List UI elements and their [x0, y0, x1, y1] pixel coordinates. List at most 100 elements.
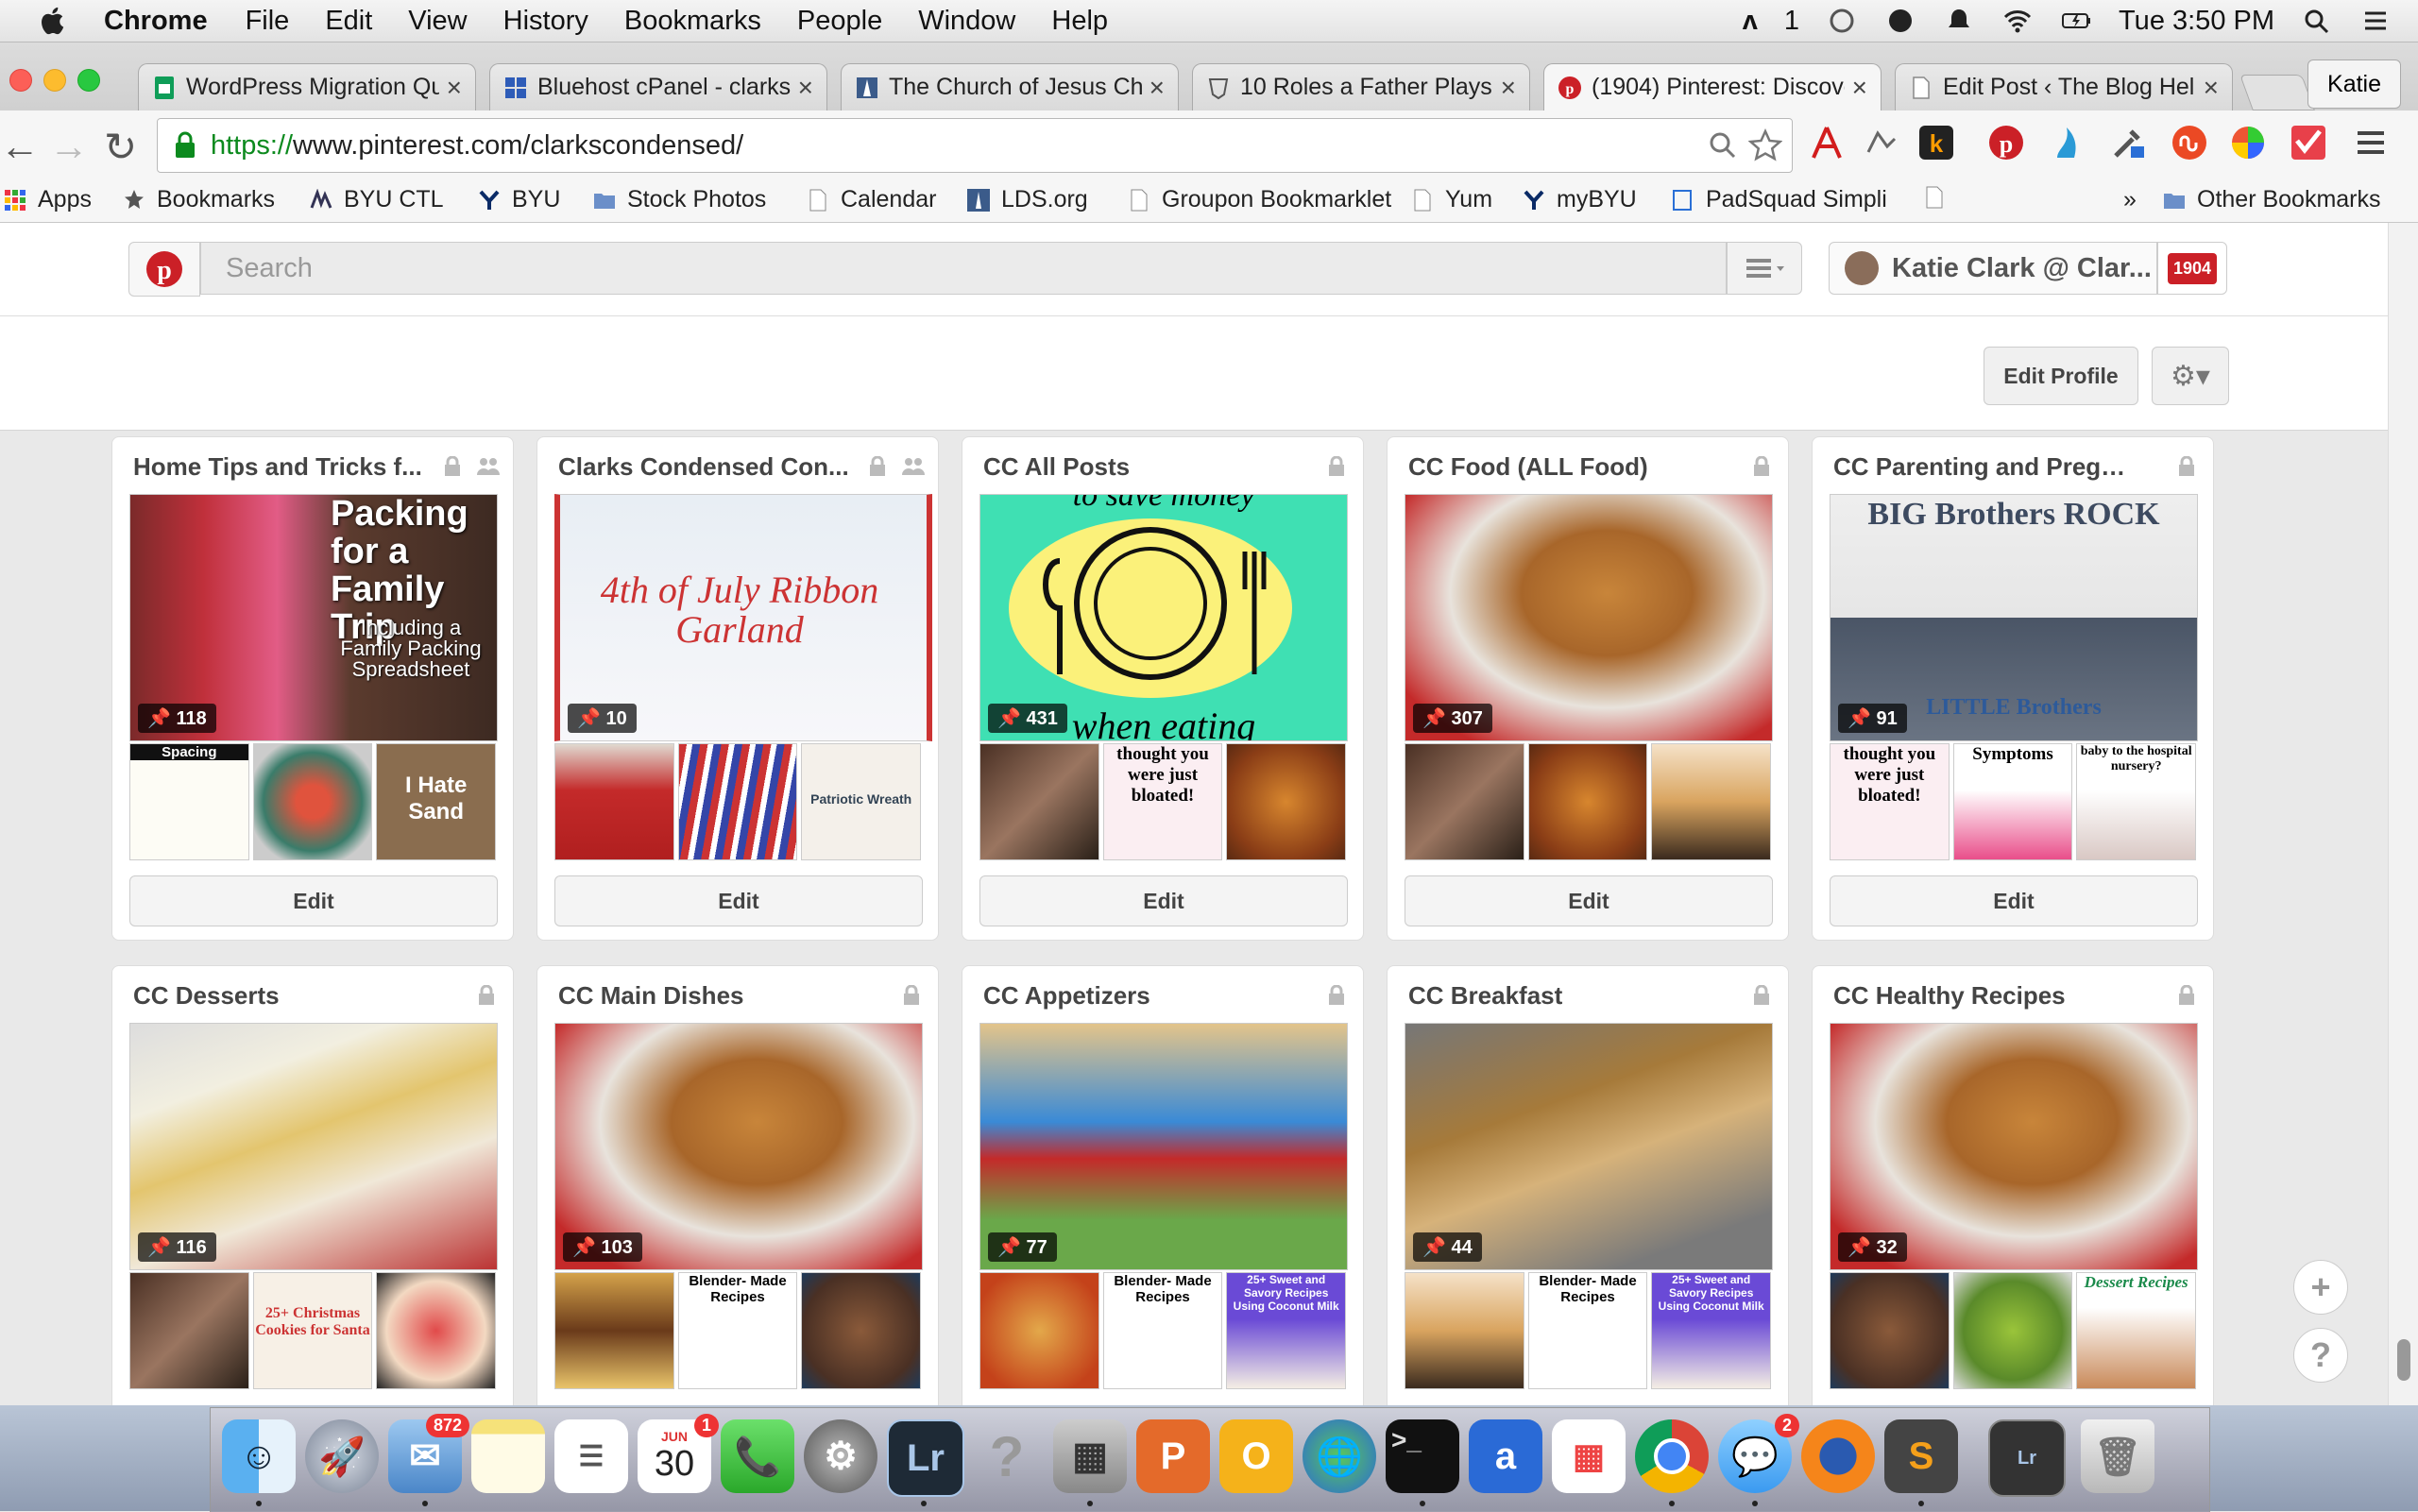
- reload-icon[interactable]: ↻: [104, 124, 137, 170]
- menu-bookmarks[interactable]: Bookmarks: [624, 6, 761, 37]
- bell-icon[interactable]: [1943, 7, 1975, 35]
- sublime-text-icon[interactable]: S: [1884, 1419, 1958, 1493]
- apple-icon[interactable]: [38, 5, 70, 37]
- close-icon[interactable]: ×: [798, 73, 813, 103]
- board-thumb[interactable]: 25+ Sweet and Savory Recipes Using Cocon…: [1651, 1272, 1772, 1389]
- board-title[interactable]: CC Desserts: [133, 981, 435, 1011]
- pattern-extension-icon[interactable]: [1863, 124, 1900, 161]
- board-card[interactable]: CC Main Dishes 📌 103 Blender- Made Recip…: [536, 965, 939, 1405]
- board-thumb[interactable]: Patriotic Wreath: [801, 743, 922, 860]
- bookmark-mybyu[interactable]: myBYU: [1523, 186, 1637, 213]
- network-globe-icon[interactable]: 🌐: [1303, 1419, 1376, 1493]
- bookmark-byu-ctl[interactable]: BYU CTL: [310, 186, 444, 213]
- zoom-window-button[interactable]: [77, 69, 100, 92]
- board-cover-image[interactable]: 📌 32: [1830, 1023, 2198, 1270]
- star-bookmark-icon[interactable]: [1748, 128, 1782, 162]
- tab-wordpress-migration[interactable]: WordPress Migration Que ×: [138, 63, 476, 110]
- board-cover-image[interactable]: to save money when eating 📌 431: [979, 494, 1348, 741]
- close-icon[interactable]: ×: [1149, 73, 1165, 103]
- board-thumb[interactable]: [1405, 743, 1524, 860]
- pinterest-search-input[interactable]: Search: [200, 242, 1727, 295]
- profile-button[interactable]: Katie: [2307, 59, 2401, 109]
- bookmark-yum[interactable]: Yum: [1411, 186, 1492, 213]
- back-arrow-icon[interactable]: ←: [0, 124, 40, 169]
- menu-app-chrome[interactable]: Chrome: [104, 6, 208, 37]
- powerpoint-icon[interactable]: P: [1136, 1419, 1210, 1493]
- terminal-icon[interactable]: >_: [1386, 1419, 1459, 1493]
- address-bar[interactable]: https:// www.pinterest.com/clarkscondens…: [157, 118, 1793, 173]
- wifi-icon[interactable]: [2001, 7, 2034, 35]
- menu-people[interactable]: People: [797, 6, 882, 37]
- bookmark-calendar[interactable]: Calendar: [807, 186, 936, 213]
- board-thumb[interactable]: I Hate Sand: [376, 743, 497, 860]
- stumbleupon-extension-icon[interactable]: [2171, 124, 2208, 161]
- bookmark-byu[interactable]: BYU: [478, 186, 560, 213]
- trash-icon[interactable]: 🗑: [2081, 1419, 2154, 1493]
- board-cover-image[interactable]: 📌 44: [1405, 1023, 1773, 1270]
- battery-icon[interactable]: [2060, 7, 2092, 35]
- close-icon[interactable]: ×: [2204, 73, 2219, 103]
- board-thumb[interactable]: 25+ Christmas Cookies for Santa: [252, 1272, 373, 1389]
- board-cover-image[interactable]: 📌 116: [129, 1023, 498, 1270]
- checkmark-extension-icon[interactable]: [2290, 124, 2327, 161]
- board-cover-image[interactable]: 4th of July Ribbon Garland 📌 10: [554, 494, 932, 741]
- board-thumb[interactable]: [677, 743, 798, 860]
- board-edit-button[interactable]: Edit: [1405, 875, 1773, 926]
- bookmark-blank[interactable]: [1923, 186, 1957, 209]
- board-thumb[interactable]: [1527, 743, 1648, 860]
- facetime-icon[interactable]: 📞: [721, 1419, 794, 1493]
- board-card[interactable]: CC Desserts 📌 116 25+ Christmas Cookies …: [111, 965, 514, 1405]
- board-thumb[interactable]: Symptoms: [1952, 743, 2073, 860]
- acrobat-extension-icon[interactable]: [1808, 124, 1846, 161]
- board-title[interactable]: CC Parenting and Pregnan...: [1833, 452, 2136, 482]
- bookmark-bookmarks[interactable]: Bookmarks: [123, 186, 275, 213]
- board-edit-button[interactable]: Edit: [554, 875, 923, 926]
- evernote-icon[interactable]: [1884, 7, 1916, 35]
- help-button[interactable]: ?: [2293, 1328, 2348, 1383]
- menu-history[interactable]: History: [503, 6, 588, 37]
- edit-profile-button[interactable]: Edit Profile: [1984, 347, 2138, 405]
- board-thumb[interactable]: Blender- Made Recipes: [1102, 1272, 1223, 1389]
- board-card[interactable]: CC Parenting and Pregnan... BIG Brothers…: [1812, 436, 2214, 941]
- tab-bluehost-cpanel[interactable]: Bluehost cPanel - clarksc ×: [489, 63, 827, 110]
- klout-extension-icon[interactable]: k: [1917, 124, 1955, 161]
- reminders-icon[interactable]: ☰: [554, 1419, 628, 1493]
- menu-window[interactable]: Window: [918, 6, 1015, 37]
- new-tab-button[interactable]: [2239, 75, 2315, 110]
- bookmark-stock-photos[interactable]: Stock Photos: [593, 186, 766, 213]
- board-thumb[interactable]: thought you were just bloated!: [1102, 743, 1223, 860]
- pinterest-user-button[interactable]: Katie Clark @ Clar...: [1829, 242, 2157, 295]
- board-thumb[interactable]: [979, 743, 1099, 860]
- bookmarks-overflow[interactable]: »: [2123, 186, 2137, 213]
- board-thumb[interactable]: [252, 743, 373, 860]
- scrollbar-thumb[interactable]: [2397, 1339, 2410, 1381]
- creative-cloud-icon[interactable]: [1826, 7, 1858, 35]
- tab-edit-post-blog[interactable]: Edit Post ‹ The Blog Help ×: [1895, 63, 2233, 110]
- eyedropper-extension-icon[interactable]: [2108, 124, 2146, 161]
- board-card[interactable]: CC Healthy Recipes 📌 32 Dessert Recipes: [1812, 965, 2214, 1405]
- clock[interactable]: Tue 3:50 PM: [2119, 6, 2274, 37]
- board-title[interactable]: CC Healthy Recipes: [1833, 981, 2136, 1011]
- close-icon[interactable]: ×: [1852, 73, 1867, 103]
- close-icon[interactable]: ×: [1501, 73, 1516, 103]
- bookmark-lds-org[interactable]: LDS.org: [967, 186, 1088, 213]
- board-thumb[interactable]: Blender- Made Recipes: [677, 1272, 798, 1389]
- menu-view[interactable]: View: [408, 6, 467, 37]
- board-cover-image[interactable]: Packing for a Family Trip Including a Fa…: [129, 494, 498, 741]
- amazon-icon[interactable]: a: [1469, 1419, 1542, 1493]
- board-title[interactable]: Home Tips and Tricks f...: [133, 452, 435, 482]
- bookmark-apps[interactable]: Apps: [4, 186, 92, 213]
- hamburger-menu-icon[interactable]: [2352, 124, 2390, 161]
- zoom-search-icon[interactable]: [1707, 129, 1739, 161]
- menu-help[interactable]: Help: [1051, 6, 1108, 37]
- board-card[interactable]: Clarks Condensed Con... 4th of July Ribb…: [536, 436, 939, 941]
- board-thumb[interactable]: [1952, 1272, 2073, 1389]
- flame-extension-icon[interactable]: [2048, 124, 2086, 161]
- board-title[interactable]: CC Main Dishes: [558, 981, 860, 1011]
- board-thumb[interactable]: Dessert Recipes: [2076, 1272, 2197, 1389]
- minimize-window-button[interactable]: [43, 69, 66, 92]
- app-grid-icon[interactable]: ▦: [1552, 1419, 1626, 1493]
- tab-pinterest[interactable]: p (1904) Pinterest: Discove ×: [1543, 63, 1882, 110]
- menu-file[interactable]: File: [246, 6, 290, 37]
- close-window-button[interactable]: [9, 69, 32, 92]
